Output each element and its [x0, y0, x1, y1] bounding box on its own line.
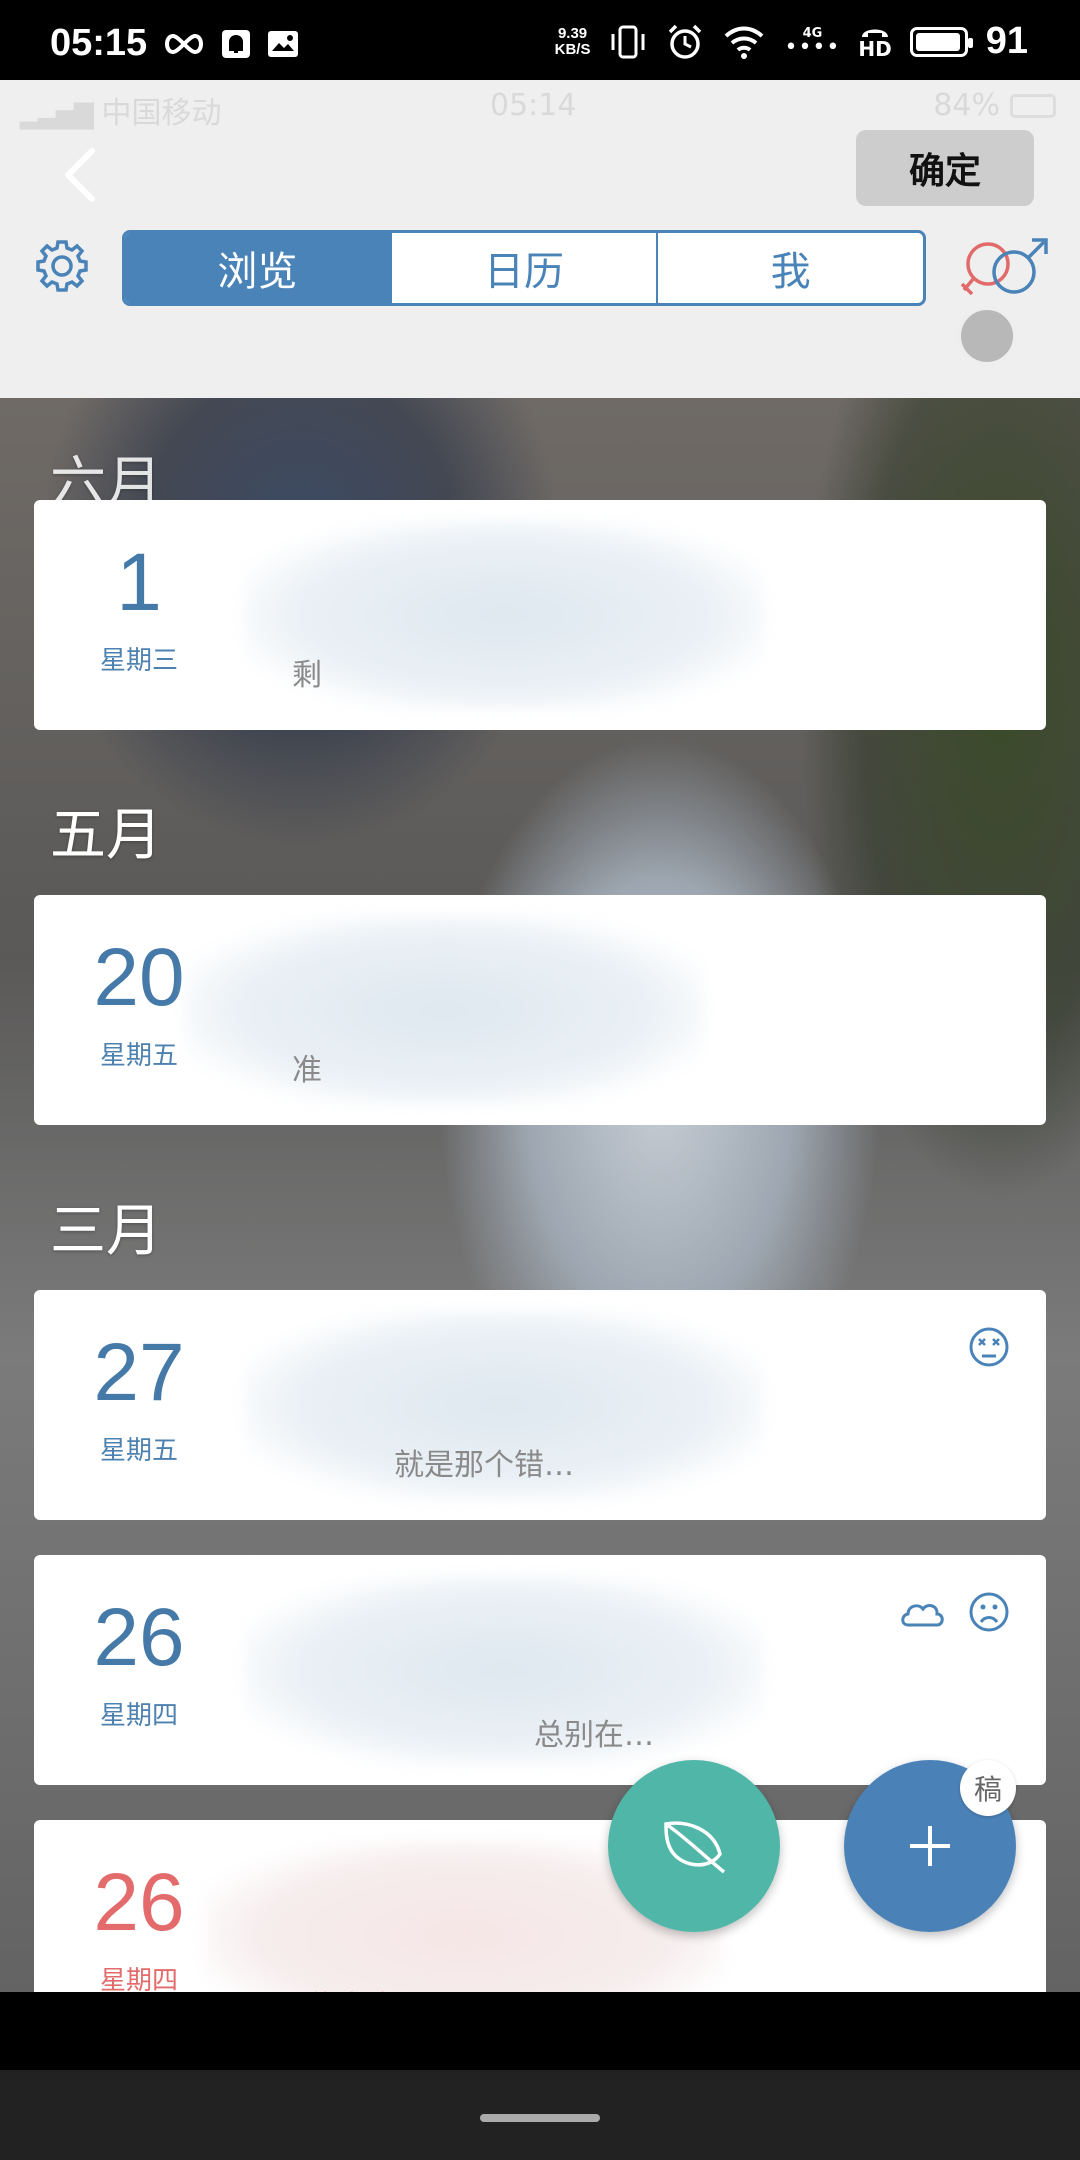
diary-entry-card[interactable]: 26 星期四 总别在… [34, 1555, 1046, 1785]
entry-day: 26 [93, 1857, 185, 1948]
gender-symbol-icon[interactable] [958, 230, 1050, 310]
image-notification-icon [268, 31, 298, 57]
diary-entry-card[interactable]: 27 星期五 就是那个错… [34, 1290, 1046, 1520]
entry-day: 27 [93, 1327, 185, 1418]
entry-weekday: 星期五 [99, 1436, 178, 1466]
blurred-content [244, 520, 764, 710]
tab-me[interactable]: 我 [658, 233, 923, 303]
alarm-icon [669, 24, 702, 59]
home-gesture-handle[interactable] [480, 2114, 600, 2122]
entry-weekday: 星期四 [99, 1966, 178, 1992]
background-battery-icon [1010, 94, 1056, 118]
background-battery: 84% [933, 88, 1000, 123]
status-left-icons [162, 28, 300, 60]
entry-snippet: 剩 [292, 658, 322, 693]
bottom-bar [0, 1992, 1080, 2070]
month-header: 五月 [50, 803, 162, 868]
leaf-button[interactable] [608, 1760, 780, 1932]
dizzy-face-icon [969, 1327, 1009, 1367]
tab-browse[interactable]: 浏览 [125, 233, 392, 303]
entry-weekday: 星期三 [99, 646, 178, 676]
network-speed: 9.39 KB/S [554, 24, 591, 58]
diary-list[interactable]: 六月 1 星期三 剩 五月 20 星期五 准 三月 27 星期五 就是那个错… … [0, 398, 1080, 1992]
app-header: ▂▃▅▇ 中国移动 05:14 84% 确定 浏览 日历 我 [0, 80, 1080, 398]
chevron-left-icon [65, 148, 95, 202]
leaf-icon [664, 1821, 726, 1874]
diary-entry-card[interactable]: 20 星期五 准 [34, 895, 1046, 1125]
view-tabs: 浏览 日历 我 [122, 230, 926, 306]
confirm-button[interactable]: 确定 [856, 130, 1034, 206]
cloud-icon [901, 1604, 944, 1627]
blurred-content [244, 1575, 764, 1765]
infinity-icon [165, 33, 203, 55]
battery-percent: 91 [985, 20, 1028, 62]
settings-gear-icon[interactable] [32, 236, 92, 296]
background-carrier: ▂▃▅▇ 中国移动 [20, 96, 222, 131]
entry-snippet: 总别在… [534, 1718, 654, 1753]
status-right-icons: 9.39 KB/S 4G •••• HD 91 [555, 20, 1028, 63]
sad-face-icon [969, 1592, 1009, 1632]
diary-entry-card[interactable]: 1 星期三 剩 [34, 500, 1046, 730]
entry-weekday: 星期四 [99, 1701, 178, 1731]
background-time: 05:14 [490, 88, 577, 123]
blurred-content [184, 915, 704, 1105]
entry-snippet: 游戏嘛区 玩 [304, 1982, 464, 1992]
status-bar: 05:15 9.39 KB/S 4G •••• HD 91 [0, 0, 1080, 80]
entry-day: 26 [93, 1592, 185, 1683]
status-time: 05:15 [50, 22, 148, 64]
entry-snippet: 就是那个错… [394, 1448, 574, 1483]
plus-icon [910, 1826, 950, 1866]
bell-notification-icon [222, 30, 250, 58]
tab-calendar[interactable]: 日历 [392, 233, 659, 303]
back-button[interactable] [50, 140, 110, 210]
hd-call-indicator: HD [858, 25, 892, 59]
month-header: 三月 [50, 1199, 162, 1264]
entry-day: 1 [116, 537, 162, 628]
background-status-bar: ▂▃▅▇ 中国移动 05:14 84% [0, 84, 1080, 131]
avatar[interactable] [957, 306, 1017, 366]
entry-snippet: 准 [292, 1053, 322, 1088]
system-nav-bar [0, 2070, 1080, 2160]
wifi-icon [725, 26, 764, 59]
signal-dots-icon: •••• [784, 34, 841, 60]
signal-indicator: 4G •••• [784, 25, 841, 60]
battery-icon [909, 26, 973, 57]
drafts-badge[interactable]: 稿 [960, 1760, 1016, 1816]
vibrate-icon [611, 25, 645, 58]
